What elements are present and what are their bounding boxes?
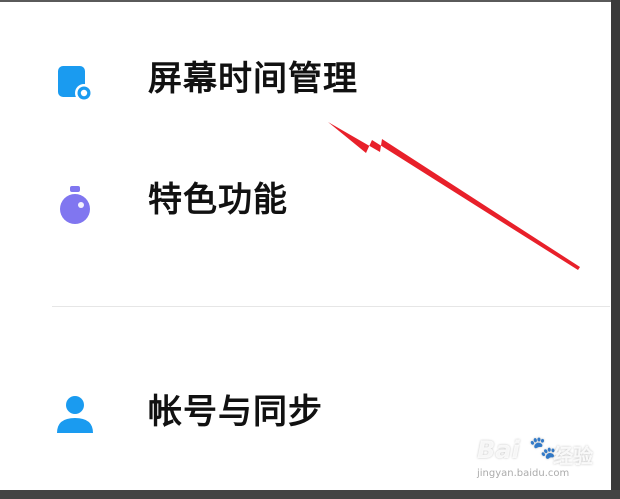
settings-item-label: 特色功能 [148, 180, 288, 220]
window-frame-right [611, 0, 620, 499]
window-frame-top [0, 0, 620, 2]
section-divider [52, 306, 610, 307]
annotation-arrow-shape [328, 122, 580, 270]
settings-item-label: 屏幕时间管理 [148, 59, 358, 99]
screen-time-icon [50, 56, 100, 106]
account-icon [50, 389, 100, 439]
window-frame-bottom [0, 490, 620, 499]
settings-item-label: 帐号与同步 [148, 392, 323, 432]
watermark-url: jingyan.baidu.com [477, 468, 570, 479]
watermark-sub: 经验 [553, 444, 593, 468]
watermark-brand: Bai [477, 436, 520, 464]
features-icon [50, 177, 100, 227]
annotation-arrow [328, 122, 580, 270]
baidu-watermark: Bai 🐾 经验 jingyan.baidu.com [473, 432, 603, 488]
